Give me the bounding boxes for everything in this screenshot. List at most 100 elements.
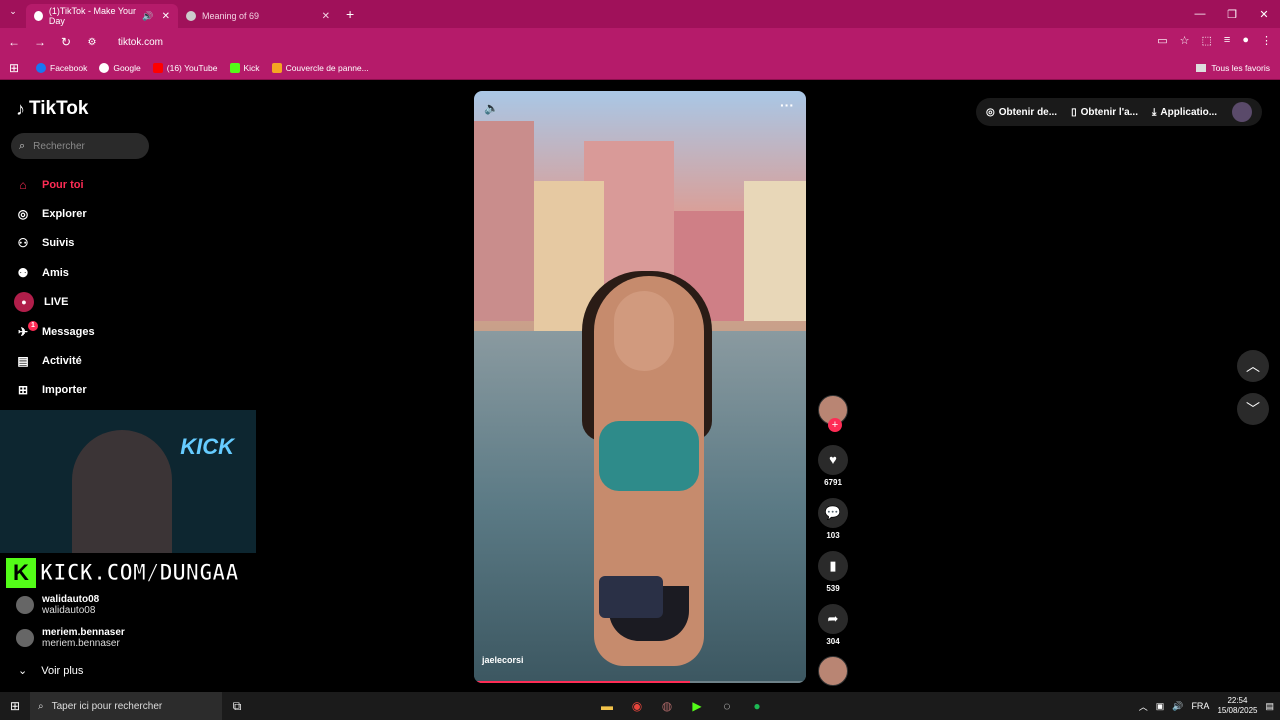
- bookmark-google[interactable]: Google: [99, 62, 141, 73]
- game-icon[interactable]: ▶: [682, 692, 712, 720]
- chevron-down-icon: ﹀: [1246, 401, 1260, 417]
- install-app-icon[interactable]: ▭: [1157, 34, 1167, 47]
- previous-video-button[interactable]: ︿: [1237, 350, 1269, 382]
- tray-arrow-icon[interactable]: ︿: [1139, 700, 1148, 713]
- like-button[interactable]: ♥: [818, 445, 848, 475]
- spotify-icon[interactable]: ●: [742, 692, 772, 720]
- sidebar-item-live[interactable]: ● LIVE: [14, 288, 95, 317]
- see-more-button[interactable]: ⌄ Voir plus: [18, 664, 83, 678]
- following-icon: ⚇: [17, 236, 29, 251]
- more-options-icon[interactable]: ···: [780, 97, 794, 113]
- volume-icon[interactable]: 🔊: [1172, 701, 1183, 712]
- web-favicon-icon: [186, 11, 196, 21]
- clock[interactable]: 22:54 15/08/2025: [1217, 696, 1257, 716]
- creator-avatar[interactable]: +: [818, 395, 848, 432]
- extensions-icon[interactable]: ⬚: [1202, 34, 1212, 47]
- person-face: [614, 291, 674, 371]
- windows-start-icon[interactable]: ⊞: [0, 699, 30, 713]
- obs-icon[interactable]: ◌: [712, 692, 742, 720]
- video-progress-bar[interactable]: [474, 681, 806, 683]
- time: 22:54: [1227, 696, 1248, 705]
- profile-avatar[interactable]: [1232, 102, 1252, 122]
- get-app-button[interactable]: ▯ Obtenir l'a...: [1071, 107, 1138, 118]
- bookmark-youtube[interactable]: (16) YouTube: [152, 62, 218, 73]
- bookmark-facebook[interactable]: Facebook: [36, 62, 87, 73]
- minimize-icon[interactable]: —: [1184, 8, 1216, 20]
- volume-icon[interactable]: 🔈: [484, 101, 499, 115]
- url-field[interactable]: tiktok.com: [118, 37, 163, 48]
- folder-icon: [1196, 63, 1207, 72]
- sidebar-item-activite[interactable]: ▤ Activité: [14, 346, 95, 375]
- forward-icon[interactable]: →: [28, 35, 52, 49]
- bookmark-icon: ▮: [829, 558, 837, 573]
- sidebar-item-suivis[interactable]: ⚇ Suivis: [14, 229, 95, 258]
- save-button[interactable]: ▮: [818, 551, 848, 581]
- building: [474, 121, 534, 321]
- webcam-overlay: KICK: [0, 410, 256, 553]
- following-account[interactable]: meriem.bennaser meriem.bennaser: [16, 627, 125, 649]
- follow-plus-icon[interactable]: +: [828, 418, 842, 432]
- tiktok-logo[interactable]: ♪ TikTok: [16, 98, 88, 120]
- file-explorer-icon[interactable]: ▬: [592, 692, 622, 720]
- site-info-icon[interactable]: ⚙: [80, 37, 104, 48]
- app-icon[interactable]: ◍: [652, 692, 682, 720]
- next-video-button[interactable]: ﹀: [1237, 393, 1269, 425]
- bookmarks-bar: ⊞ Facebook Google (16) YouTube Kick Couv…: [0, 56, 1280, 80]
- notifications-icon[interactable]: ▤: [1265, 701, 1274, 712]
- sound-disc-avatar[interactable]: [818, 656, 848, 686]
- back-icon[interactable]: ←: [2, 35, 26, 49]
- friends-icon: ⚉: [17, 265, 29, 280]
- task-view-icon[interactable]: ⧉: [222, 692, 252, 720]
- home-icon: ⌂: [19, 177, 27, 192]
- sidebar-item-messages[interactable]: ✈ 1 Messages: [14, 317, 95, 346]
- share-button[interactable]: ➦: [818, 604, 848, 634]
- tab-search-icon[interactable]: ⌄: [6, 6, 20, 20]
- taskbar-search[interactable]: ⌕ Taper ici pour rechercher: [30, 692, 222, 720]
- restore-icon[interactable]: ❐: [1216, 8, 1248, 21]
- activity-icon: ▤: [17, 354, 29, 369]
- bookmark-couvercle[interactable]: Couvercle de panne...: [271, 62, 369, 73]
- video-actions: + ♥ 6791 💬 103 ▮ 539 ➦ 304: [816, 395, 850, 686]
- tab-meaning[interactable]: Meaning of 69 ✕: [178, 4, 338, 28]
- menu-icon[interactable]: ⋮: [1261, 34, 1272, 47]
- like-count: 6791: [824, 478, 842, 487]
- video-player[interactable]: 🔈 ··· jaelecorsi: [474, 91, 806, 683]
- apps-icon[interactable]: ⊞: [2, 61, 26, 75]
- media-icon[interactable]: ≡: [1224, 34, 1230, 47]
- get-coins-button[interactable]: ◎ Obtenir de...: [986, 107, 1057, 118]
- sidebar: ♪ TikTok ⌕ Rechercher ⌂ Pour toi ◎ Explore…: [0, 80, 260, 692]
- language-indicator[interactable]: FRA: [1191, 701, 1209, 711]
- all-bookmarks[interactable]: Tous les favoris: [1196, 63, 1270, 73]
- network-icon[interactable]: ▣: [1156, 701, 1165, 712]
- profile-icon[interactable]: ●: [1242, 34, 1249, 47]
- sidebar-item-amis[interactable]: ⚉ Amis: [14, 258, 95, 287]
- chrome-icon[interactable]: ◉: [622, 692, 652, 720]
- app-download-button[interactable]: ⤓ Applicatio...: [1152, 107, 1217, 118]
- reload-icon[interactable]: ↻: [54, 35, 78, 49]
- close-window-icon[interactable]: ✕: [1248, 8, 1280, 21]
- avatar: [16, 629, 34, 647]
- following-account[interactable]: walidauto08 walidauto08: [16, 594, 99, 616]
- close-tab-icon[interactable]: ✕: [322, 11, 330, 22]
- bookmark-star-icon[interactable]: ☆: [1180, 34, 1190, 47]
- comment-button[interactable]: 💬: [818, 498, 848, 528]
- search-input[interactable]: ⌕ Rechercher: [11, 133, 149, 159]
- sidebar-item-explorer[interactable]: ◎ Explorer: [14, 199, 95, 228]
- facebook-icon: [36, 62, 46, 73]
- live-icon: ●: [14, 292, 34, 313]
- new-tab-button[interactable]: +: [346, 6, 354, 22]
- address-bar: ← → ↻ ⚙ tiktok.com ▭ ☆ ⬚ ≡ ● ⋮: [0, 28, 1280, 56]
- top-right-toolbar: ◎ Obtenir de... ▯ Obtenir l'a... ⤓ Applicat…: [976, 98, 1262, 126]
- bookmark-kick[interactable]: Kick: [229, 62, 260, 73]
- sidebar-item-importer[interactable]: ⊞ Importer: [14, 376, 95, 405]
- tab-audio-icon[interactable]: 🔊: [142, 11, 153, 22]
- kick-logo-icon: K: [6, 558, 36, 588]
- tab-tiktok[interactable]: (1)TikTok - Make Your Day 🔊 ✕: [26, 4, 178, 28]
- messages-badge: 1: [28, 320, 38, 331]
- close-tab-icon[interactable]: ✕: [162, 11, 170, 22]
- sidebar-item-pour-toi[interactable]: ⌂ Pour toi: [14, 170, 95, 199]
- windows-taskbar: ⊞ ⌕ Taper ici pour rechercher ⧉ ▬ ◉ ◍ ▶ …: [0, 692, 1280, 720]
- video-username[interactable]: jaelecorsi: [482, 655, 524, 665]
- comment-icon: 💬: [824, 505, 842, 520]
- upload-icon: ⊞: [17, 383, 29, 398]
